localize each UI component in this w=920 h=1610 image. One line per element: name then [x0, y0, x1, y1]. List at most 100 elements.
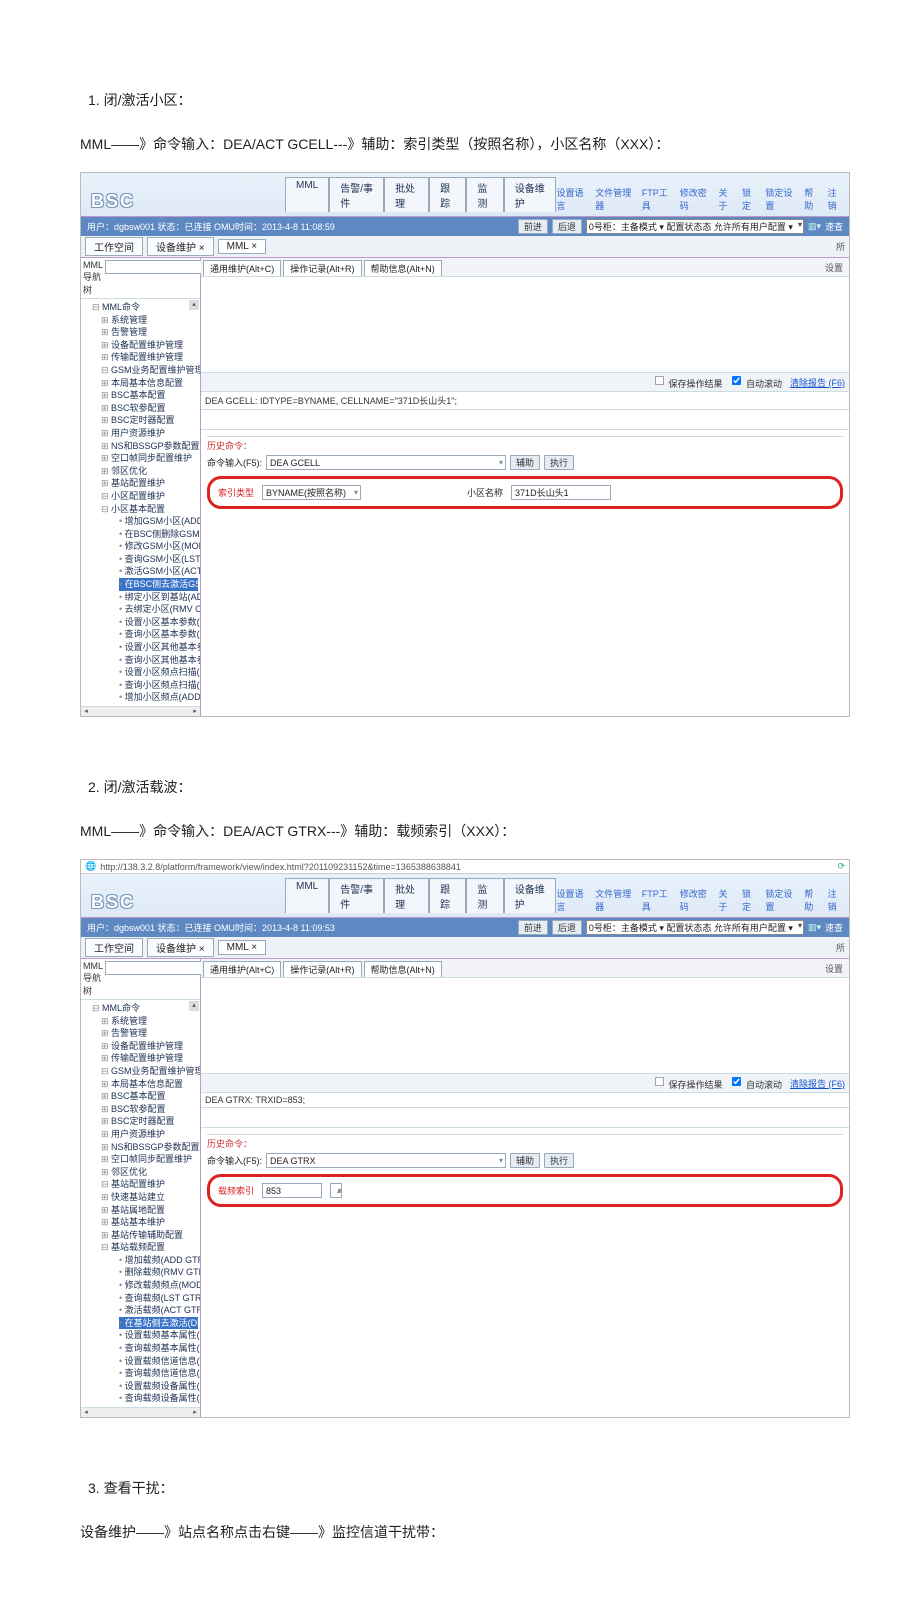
tree-leaf[interactable]: 修改GSM小区(MOD GCELL)	[119, 540, 198, 553]
tree-leaf[interactable]: 删除载频(RMV GTRX)	[119, 1266, 198, 1279]
cmd-input[interactable]: DEA GCELL	[266, 455, 506, 470]
tree-node[interactable]: 基站配置维护	[101, 1178, 198, 1191]
op-tab-help[interactable]: 帮助信息(Alt+N)	[364, 260, 442, 276]
aux-btn2[interactable]: 辅助	[510, 1153, 540, 1168]
aux-btn[interactable]: 辅助	[510, 455, 540, 470]
tree-leaf[interactable]: 去绑定小区(RMV CELLBIND)	[119, 603, 198, 616]
auto-cb2[interactable]	[732, 1077, 741, 1086]
tree-leaf[interactable]: 在BSC侧删除GSM小区(RMV	[119, 528, 198, 541]
tree-node[interactable]: BSC软参配置	[101, 402, 198, 415]
m2-0[interactable]: 设置语言	[556, 887, 587, 913]
tab2-trace[interactable]: 跟踪	[429, 878, 466, 913]
tree-node[interactable]: 用户资源维护	[101, 427, 198, 440]
m2-7[interactable]: 帮助	[804, 887, 819, 913]
tree-leaf[interactable]: 查询小区基本参数(LST GCE	[119, 628, 198, 641]
ws-tab-workspace[interactable]: 工作空间	[85, 237, 143, 256]
tree-node[interactable]: 小区基本配置	[101, 503, 198, 516]
mode-select2[interactable]: 0号柜：主备模式 ▾ 配置状态态 允许所有用户配置 ▾	[586, 920, 804, 935]
settings-link[interactable]: 设置	[821, 260, 847, 276]
menu-help[interactable]: 帮助	[804, 186, 819, 212]
tab-alarm[interactable]: 告警/事件	[329, 177, 384, 212]
tree-leaf[interactable]: 增加小区频点(ADD GCELLFR	[119, 691, 198, 704]
tree-leaf[interactable]: 增加载频(ADD GTRX)	[119, 1254, 198, 1267]
scroll-up-icon[interactable]: ▴	[189, 300, 199, 310]
tree-leaf[interactable]: 设置小区基本参数(SET GCE	[119, 616, 198, 629]
tab2-device[interactable]: 设备维护	[504, 878, 557, 913]
forward-btn[interactable]: 前进	[518, 219, 548, 234]
save-cb2[interactable]	[655, 1077, 664, 1086]
m2-4[interactable]: 关于	[719, 887, 734, 913]
ws-tab-mml[interactable]: MML ×	[218, 239, 266, 254]
tree-node[interactable]: 告警管理	[101, 1027, 198, 1040]
tab2-batch[interactable]: 批处理	[384, 878, 429, 913]
tree-node[interactable]: 本局基本信息配置	[101, 1078, 198, 1091]
scroll-up2[interactable]: ▴	[189, 1001, 199, 1011]
m2-1[interactable]: 文件管理器	[595, 887, 634, 913]
tree-node[interactable]: BSC定时器配置	[101, 414, 198, 427]
op2-help[interactable]: 帮助信息(Alt+N)	[364, 961, 442, 977]
tree-root[interactable]: MML命令	[92, 301, 198, 314]
tree-node[interactable]: GSM业务配置维护管理	[101, 364, 198, 377]
op-tab-maint[interactable]: 通用维护(Alt+C)	[203, 260, 281, 276]
tree-node[interactable]: 基站传输辅助配置	[101, 1229, 198, 1242]
clear2[interactable]: 清除报告 (F6)	[790, 1077, 845, 1090]
tree-node[interactable]: NS和BSSGP参数配置	[101, 1141, 198, 1154]
tree-node[interactable]: BSC基本配置	[101, 1090, 198, 1103]
tree-leaf[interactable]: 设置小区其他基本参数(SET	[119, 641, 198, 654]
tree-leaf[interactable]: 在基站侧去激活(DEA GTRX)	[119, 1317, 198, 1330]
quick-link2[interactable]: 速查	[825, 921, 843, 934]
tree-node[interactable]: 基站载频配置	[101, 1241, 198, 1254]
back-btn[interactable]: 后退	[552, 219, 582, 234]
op-tab-log[interactable]: 操作记录(Alt+R)	[283, 260, 361, 276]
tree-leaf[interactable]: 绑定小区到基站(ADD CELLB	[119, 591, 198, 604]
back-btn2[interactable]: 后退	[552, 920, 582, 935]
tree-node[interactable]: 本局基本信息配置	[101, 377, 198, 390]
tree-node[interactable]: 系统管理	[101, 314, 198, 327]
stepper-icon[interactable]	[330, 1183, 342, 1198]
tab2-alarm[interactable]: 告警/事件	[329, 878, 384, 913]
tree-node[interactable]: 空口帧同步配置维护	[101, 1153, 198, 1166]
tree-node[interactable]: 空口帧同步配置维护	[101, 452, 198, 465]
tree-leaf[interactable]: 查询载频基本属性(LST GTR	[119, 1342, 198, 1355]
tree-node[interactable]: NS和BSSGP参数配置	[101, 440, 198, 453]
tree-node[interactable]: 基站属地配置	[101, 1204, 198, 1217]
tab2-monitor[interactable]: 监测	[466, 878, 503, 913]
tree-node[interactable]: 传输配置维护管理	[101, 351, 198, 364]
tree-hscroll[interactable]: ◂▸	[81, 706, 200, 716]
ws-tab-device[interactable]: 设备维护 ×	[147, 237, 214, 256]
tree-node[interactable]: 传输配置维护管理	[101, 1052, 198, 1065]
tree-node[interactable]: BSC定时器配置	[101, 1115, 198, 1128]
menu-lock[interactable]: 锁定	[742, 186, 757, 212]
tree-node[interactable]: 设备配置维护管理	[101, 339, 198, 352]
autoscroll-checkbox[interactable]	[732, 376, 741, 385]
tree-node[interactable]: 用户资源维护	[101, 1128, 198, 1141]
tab2-mml[interactable]: MML	[285, 878, 329, 913]
clear-report-link[interactable]: 清除报告 (F6)	[790, 376, 845, 389]
menu-lockset[interactable]: 锁定设置	[765, 186, 796, 212]
menu-lang[interactable]: 设置语言	[556, 186, 587, 212]
tree-node[interactable]: GSM业务配置维护管理	[101, 1065, 198, 1078]
tab-batch[interactable]: 批处理	[384, 177, 429, 212]
mode-select[interactable]: 0号柜：主备模式 ▾ 配置状态态 允许所有用户配置 ▾	[586, 219, 804, 234]
ws2-mml[interactable]: MML ×	[218, 940, 266, 955]
m2-5[interactable]: 锁定	[742, 887, 757, 913]
tab-mml[interactable]: MML	[285, 177, 329, 212]
exec-btn2[interactable]: 执行	[544, 1153, 574, 1168]
tree-node[interactable]: 告警管理	[101, 326, 198, 339]
tree-node[interactable]: 快速基站建立	[101, 1191, 198, 1204]
tab-monitor[interactable]: 监测	[466, 177, 503, 212]
save-checkbox[interactable]	[655, 376, 664, 385]
tree-node[interactable]: 系统管理	[101, 1015, 198, 1028]
tree-leaf[interactable]: 查询载频信道信息(LST GTR	[119, 1367, 198, 1380]
ws2-device[interactable]: 设备维护 ×	[147, 938, 214, 957]
m2-2[interactable]: FTP工具	[642, 887, 672, 913]
tree2-root[interactable]: MML命令	[92, 1002, 198, 1015]
tree-node[interactable]: 邻区优化	[101, 465, 198, 478]
tab-device[interactable]: 设备维护	[504, 177, 557, 212]
tree-leaf[interactable]: 查询载频(LST GTRX)	[119, 1292, 198, 1305]
menu-about[interactable]: 关于	[719, 186, 734, 212]
tree-leaf[interactable]: 激活GSM小区(ACT GCELL)	[119, 565, 198, 578]
menu-logout[interactable]: 注销	[828, 186, 843, 212]
tree-leaf[interactable]: 查询载频设备属性(LST GTR	[119, 1392, 198, 1405]
tree-leaf[interactable]: 查询小区其他基本参数(LST	[119, 654, 198, 667]
